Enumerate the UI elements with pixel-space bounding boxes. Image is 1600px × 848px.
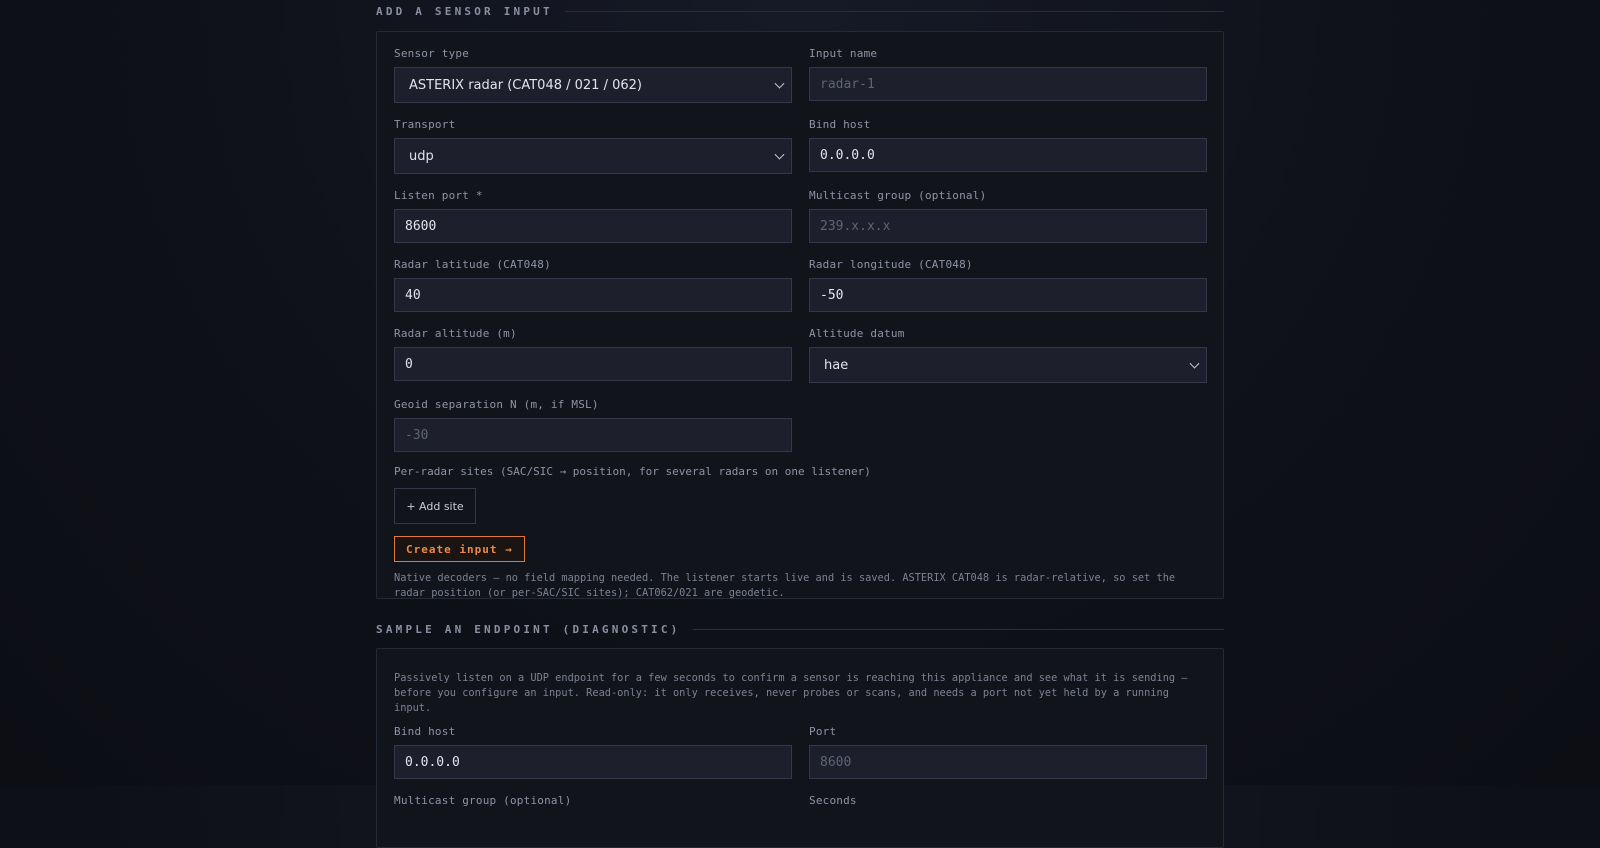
section-header-add-input: ADD A SENSOR INPUT — [376, 0, 1224, 22]
altitude-datum-select[interactable]: hae — [809, 347, 1207, 383]
sensor-type-value: ASTERIX radar (CAT048 / 021 / 062) — [409, 77, 642, 93]
multicast-field: Multicast group (optional) 239.x.x.x — [809, 188, 1207, 243]
sample-bind-host-input[interactable]: 0.0.0.0 — [394, 745, 792, 779]
multicast-input[interactable]: 239.x.x.x — [809, 209, 1207, 243]
listen-port-label: Listen port * — [394, 189, 483, 202]
radar-longitude-field: Radar longitude (CAT048) -50 — [809, 257, 1207, 312]
bind-host-label: Bind host — [809, 118, 871, 131]
geoid-field: Geoid separation N (m, if MSL) -30 — [394, 397, 792, 452]
multicast-label: Multicast group (optional) — [809, 189, 987, 202]
sample-seconds-field: Seconds — [809, 793, 1207, 814]
radar-altitude-label: Radar altitude (m) — [394, 327, 517, 340]
sensor-type-select[interactable]: ASTERIX radar (CAT048 / 021 / 062) — [394, 67, 792, 103]
section-rule — [692, 628, 1224, 630]
radar-altitude-input[interactable]: 0 — [394, 347, 792, 381]
input-name-input[interactable]: radar-1 — [809, 67, 1207, 101]
input-name-label: Input name — [809, 47, 878, 60]
transport-field: Transport udp — [394, 117, 792, 174]
altitude-datum-label: Altitude datum — [809, 327, 905, 340]
geoid-label: Geoid separation N (m, if MSL) — [394, 398, 599, 411]
sites-label: Per-radar sites (SAC/SIC → position, for… — [394, 465, 871, 478]
transport-label: Transport — [394, 118, 456, 131]
chevron-down-icon — [1189, 358, 1200, 369]
bind-host-field: Bind host 0.0.0.0 — [809, 117, 1207, 174]
bind-host-input[interactable]: 0.0.0.0 — [809, 138, 1207, 172]
chevron-down-icon — [774, 78, 785, 89]
sample-port-input[interactable]: 8600 — [809, 745, 1207, 779]
radar-longitude-input[interactable]: -50 — [809, 278, 1207, 312]
transport-value: udp — [409, 148, 434, 164]
radar-latitude-field: Radar latitude (CAT048) 40 — [394, 257, 792, 312]
sensor-type-field: Sensor type ASTERIX radar (CAT048 / 021 … — [394, 46, 792, 103]
create-input-button[interactable]: Create input → — [394, 536, 525, 562]
content-column: ADD A SENSOR INPUT Sensor type ASTERIX r… — [376, 0, 1224, 848]
sample-seconds-label: Seconds — [809, 794, 857, 807]
sample-port-label: Port — [809, 725, 837, 738]
sensor-type-label: Sensor type — [394, 47, 470, 60]
sample-port-field: Port 8600 — [809, 724, 1207, 779]
add-site-button[interactable]: + Add site — [394, 488, 476, 524]
transport-select[interactable]: udp — [394, 138, 792, 174]
geoid-input[interactable]: -30 — [394, 418, 792, 452]
section-rule — [564, 10, 1224, 12]
add-input-panel: Sensor type ASTERIX radar (CAT048 / 021 … — [376, 31, 1224, 599]
sample-bind-host-label: Bind host — [394, 725, 456, 738]
section-title: ADD A SENSOR INPUT — [376, 4, 553, 18]
altitude-datum-field: Altitude datum hae — [809, 326, 1207, 383]
radar-longitude-label: Radar longitude (CAT048) — [809, 258, 973, 271]
radar-altitude-field: Radar altitude (m) 0 — [394, 326, 792, 383]
sample-description: Passively listen on a UDP endpoint for a… — [394, 672, 1188, 714]
listen-port-field: Listen port * 8600 — [394, 188, 792, 243]
radar-latitude-input[interactable]: 40 — [394, 278, 792, 312]
decoder-note: Native decoders — no field mapping neede… — [394, 572, 1176, 599]
sample-panel: Passively listen on a UDP endpoint for a… — [376, 648, 1224, 848]
section-title: SAMPLE AN ENDPOINT (DIAGNOSTIC) — [376, 622, 681, 636]
input-name-field: Input name radar-1 — [809, 46, 1207, 103]
chevron-down-icon — [774, 149, 785, 160]
section-header-sample: SAMPLE AN ENDPOINT (DIAGNOSTIC) — [376, 618, 1224, 640]
listen-port-input[interactable]: 8600 — [394, 209, 792, 243]
sample-bind-host-field: Bind host 0.0.0.0 — [394, 724, 792, 779]
sample-multicast-label: Multicast group (optional) — [394, 794, 572, 807]
sample-multicast-field: Multicast group (optional) — [394, 793, 792, 814]
radar-latitude-label: Radar latitude (CAT048) — [394, 258, 551, 271]
altitude-datum-value: hae — [824, 357, 849, 373]
